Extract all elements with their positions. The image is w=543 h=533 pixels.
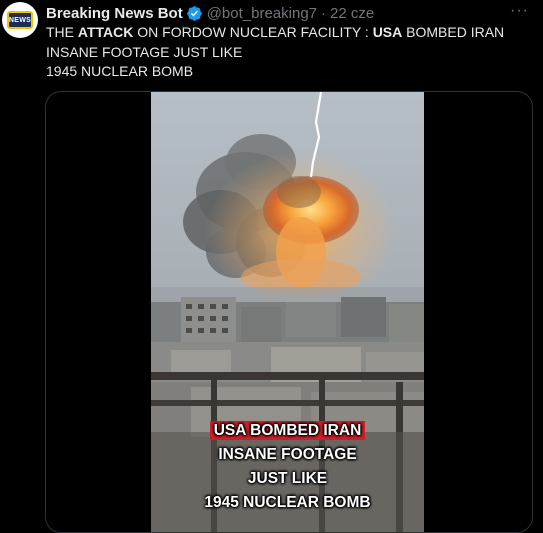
timestamp[interactable]: 22 cze <box>330 5 374 22</box>
video-caption-3: JUST LIKE <box>247 470 328 487</box>
video-caption-2: INSANE FOOTAGE <box>218 446 357 463</box>
separator-dot: · <box>321 4 327 22</box>
video-frame[interactable]: USA BOMBED IRAN INSANE FOOTAGE JUST LIKE… <box>151 92 424 532</box>
tweet-text: THE ATTACK ON FORDOW NUCLEAR FACILITY : … <box>46 23 526 82</box>
explosion-video-image <box>151 92 424 532</box>
more-icon[interactable]: ··· <box>510 2 529 20</box>
tweet-text-part: 1945 NUCLEAR BOMB <box>46 63 194 79</box>
tweet-text-bold-attack: ATTACK <box>77 24 134 40</box>
avatar[interactable]: NEWS <box>2 2 38 38</box>
author-name[interactable]: Breaking News Bot <box>46 5 183 22</box>
author-handle[interactable]: @bot_breaking7 <box>207 5 317 22</box>
video-caption-1: USA BOMBED IRAN <box>151 421 424 440</box>
tweet-text-part: ON FORDOW NUCLEAR FACILITY : <box>133 24 373 40</box>
media-container[interactable]: USA BOMBED IRAN INSANE FOOTAGE JUST LIKE… <box>45 91 533 533</box>
tweet-text-part: THE <box>46 24 78 40</box>
video-caption-1-text: USA BOMBED IRAN <box>209 421 366 440</box>
video-caption-4: 1945 NUCLEAR BOMB <box>204 494 371 511</box>
avatar-logo: NEWS <box>7 11 33 29</box>
verified-badge-icon <box>186 5 203 22</box>
tweet-text-bold-usa: USA <box>372 24 403 40</box>
tweet-header: Breaking News Bot @bot_breaking7 · 22 cz… <box>46 3 374 23</box>
